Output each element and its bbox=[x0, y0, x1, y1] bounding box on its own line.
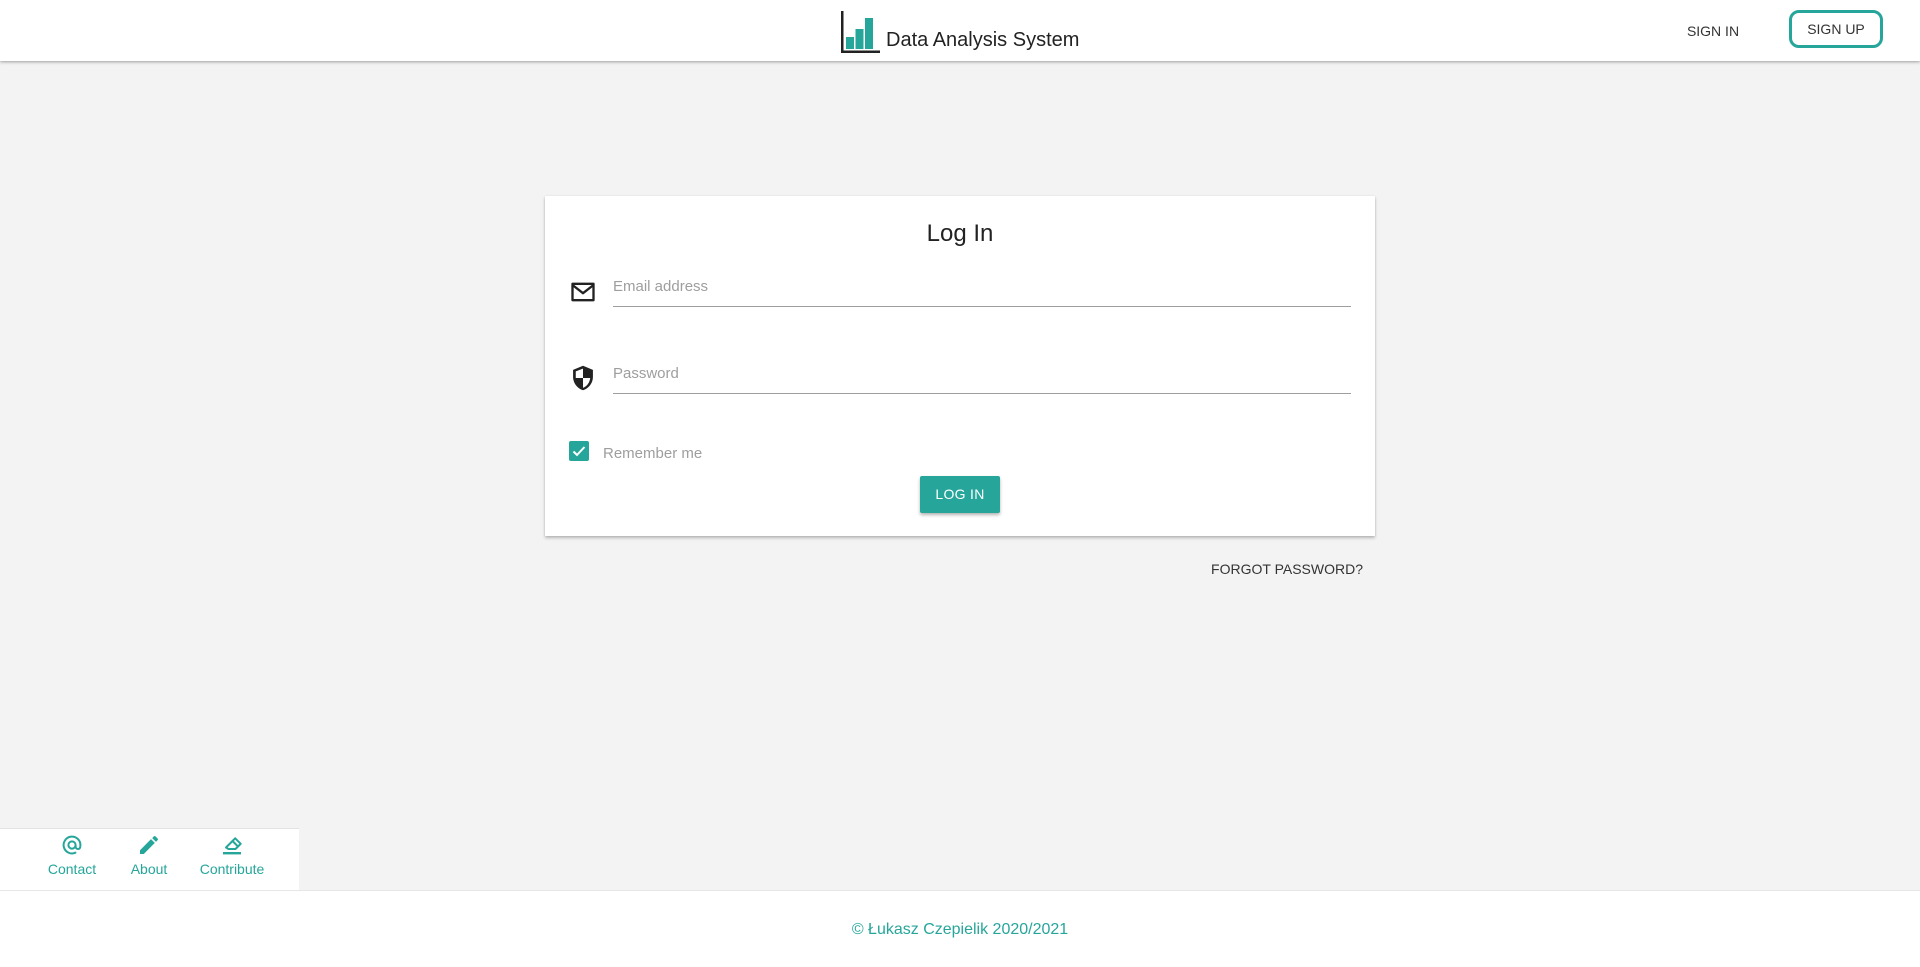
contact-label: Contact bbox=[47, 861, 97, 877]
mail-icon bbox=[571, 282, 595, 302]
remember-me-checkbox[interactable] bbox=[569, 441, 589, 461]
sign-in-link[interactable]: SIGN IN bbox=[1668, 20, 1758, 42]
email-field[interactable] bbox=[613, 268, 1351, 304]
about-label: About bbox=[130, 861, 168, 877]
contribute-link[interactable]: Contribute bbox=[195, 833, 269, 877]
footer-links: Contact About Contribute bbox=[0, 828, 299, 892]
footer: © Łukasz Czepielik 2020/2021 bbox=[0, 890, 1920, 967]
about-link[interactable]: About bbox=[124, 833, 174, 877]
log-in-button[interactable]: LOG IN bbox=[920, 476, 1000, 513]
brand[interactable]: Data Analysis System bbox=[840, 7, 1079, 53]
copyright-text: © Łukasz Czepielik 2020/2021 bbox=[851, 921, 1069, 938]
pencil-icon bbox=[140, 836, 158, 854]
remember-me-label[interactable]: Remember me bbox=[603, 445, 702, 462]
checkmark-icon bbox=[572, 446, 586, 457]
login-title: Log In bbox=[926, 220, 994, 247]
login-card: Log In Remember me LOG IN bbox=[545, 196, 1375, 536]
top-navbar: Data Analysis System SIGN IN SIGN UP bbox=[0, 0, 1920, 61]
sign-up-button[interactable]: SIGN UP bbox=[1789, 10, 1883, 48]
eraser-icon bbox=[223, 837, 242, 855]
forgot-password-link[interactable]: FORGOT PASSWORD? bbox=[1203, 559, 1363, 579]
contact-link[interactable]: Contact bbox=[42, 833, 102, 877]
bar-chart-logo-icon bbox=[841, 11, 880, 53]
password-field[interactable] bbox=[613, 355, 1351, 391]
password-field-wrapper bbox=[613, 353, 1351, 394]
shield-icon bbox=[573, 365, 593, 391]
app-title: Data Analysis System bbox=[886, 29, 1080, 51]
email-field-wrapper bbox=[613, 266, 1351, 307]
contribute-label: Contribute bbox=[199, 861, 265, 877]
at-sign-icon bbox=[62, 835, 82, 855]
